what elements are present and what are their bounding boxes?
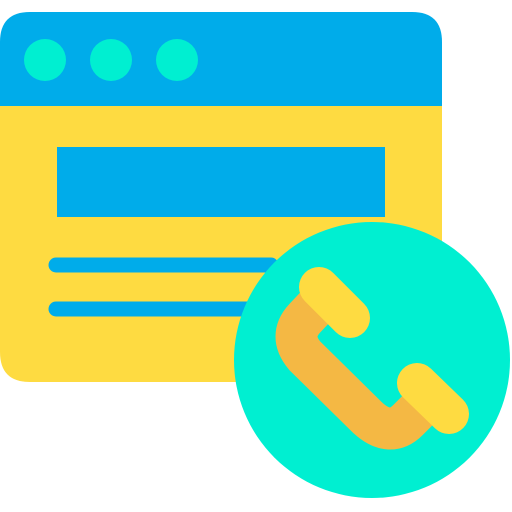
handset-bottom-end [397,363,469,434]
content-banner [57,147,385,217]
window-dot-2-icon [90,39,132,81]
phone-badge [234,222,510,498]
title-bar [0,12,442,106]
window-dot-3-icon [156,39,198,81]
web-contact-icon [0,12,510,498]
badge-circle [234,222,510,498]
handset-top-end [299,267,370,338]
window-dot-1-icon [24,39,66,81]
